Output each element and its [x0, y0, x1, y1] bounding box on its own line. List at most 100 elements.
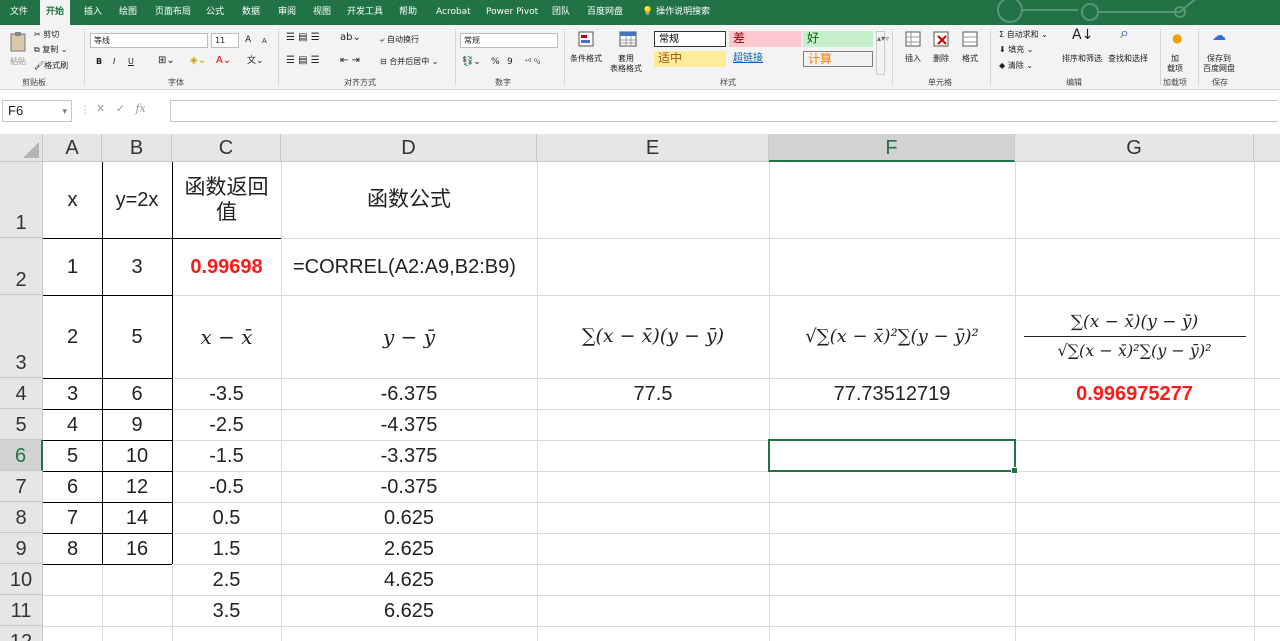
row-header-10[interactable]: 10	[0, 564, 43, 595]
cell-c6[interactable]: -1.5	[172, 440, 281, 471]
cell-f4[interactable]: 77.73512719	[769, 378, 1015, 409]
styles-more-icon[interactable]: ▴▾▿	[876, 31, 889, 75]
cell-b7[interactable]: 12	[102, 471, 172, 502]
style-neutral[interactable]: 适中	[654, 51, 726, 67]
fill-button[interactable]: ⬇ 填充 ⌄	[999, 45, 1034, 55]
cell-c4[interactable]: -3.5	[172, 378, 281, 409]
cell-c11[interactable]: 3.5	[172, 595, 281, 626]
select-all-button[interactable]	[0, 134, 43, 162]
cell-a9[interactable]: 8	[43, 533, 102, 564]
tab-acrobat[interactable]: Acrobat	[436, 0, 471, 25]
cell-a4[interactable]: 3	[43, 378, 102, 409]
italic-button[interactable]: I	[113, 57, 115, 67]
column-header-c[interactable]: C	[172, 134, 281, 162]
percent-button[interactable]: %	[491, 57, 500, 67]
column-header-g[interactable]: G	[1015, 134, 1254, 162]
style-bad[interactable]: 差	[729, 31, 801, 47]
find-select-button[interactable]: 查找和选择	[1108, 54, 1148, 64]
row-header-1[interactable]: 1	[0, 162, 43, 238]
cell-d8[interactable]: 0.625	[281, 502, 537, 533]
cell-d7[interactable]: -0.375	[281, 471, 537, 502]
underline-button[interactable]: U	[128, 57, 134, 67]
tab-draw[interactable]: 绘图	[119, 0, 137, 25]
cell-d3-equation[interactable]: y − ȳ	[281, 295, 537, 378]
insert-cells-button[interactable]: 插入	[905, 54, 921, 64]
column-header-a[interactable]: A	[43, 134, 102, 162]
name-box-dropdown-icon[interactable]: ▾	[62, 101, 67, 121]
cell-d5[interactable]: -4.375	[281, 409, 537, 440]
format-as-table-button[interactable]: 套用 表格格式	[610, 54, 642, 74]
addins-icon[interactable]: ●	[1172, 32, 1182, 44]
cell-d2[interactable]: =CORREL(A2:A9,B2:B9)	[281, 238, 537, 295]
cell-d9[interactable]: 2.625	[281, 533, 537, 564]
baidu-cloud-icon[interactable]: ☁	[1212, 29, 1226, 43]
delete-cells-icon[interactable]	[933, 31, 951, 49]
style-good[interactable]: 好	[803, 31, 873, 47]
cell-b6[interactable]: 10	[102, 440, 172, 471]
font-name-select[interactable]: 等线	[90, 33, 208, 48]
format-as-table-icon[interactable]	[619, 31, 639, 49]
row-header-8[interactable]: 8	[0, 502, 43, 533]
cancel-icon[interactable]: ✕	[96, 102, 105, 115]
cell-c1[interactable]: 函数返回值	[172, 162, 281, 238]
row-header-7[interactable]: 7	[0, 471, 43, 502]
paste-icon[interactable]	[8, 31, 30, 53]
tab-view[interactable]: 视图	[313, 0, 331, 25]
format-cells-icon[interactable]	[962, 31, 980, 49]
cut-button[interactable]: ✂ 剪切	[34, 30, 59, 40]
row-header-12[interactable]: 12	[0, 626, 43, 641]
cell-c9[interactable]: 1.5	[172, 533, 281, 564]
insert-cells-icon[interactable]	[905, 31, 923, 49]
format-cells-button[interactable]: 格式	[962, 54, 978, 64]
cell-c7[interactable]: -0.5	[172, 471, 281, 502]
column-header-f[interactable]: F	[769, 134, 1015, 162]
cell-f3-equation[interactable]: √∑(x − x̄)²∑(y − ȳ)²	[769, 295, 1015, 378]
align-left-icon[interactable]: ☰ ▤ ☰	[286, 56, 320, 66]
active-cell-f6[interactable]	[768, 439, 1018, 474]
cell-c3-equation[interactable]: x − x̄	[172, 295, 281, 378]
shrink-font-button[interactable]: A	[262, 36, 267, 46]
cell-d10[interactable]: 4.625	[281, 564, 537, 595]
tab-insert[interactable]: 插入	[84, 0, 102, 25]
indent-icon[interactable]: ⇤ ⇥	[340, 56, 360, 66]
tab-help[interactable]: 帮助	[399, 0, 417, 25]
enter-icon[interactable]: ✓	[116, 102, 125, 115]
formula-input[interactable]	[170, 100, 1278, 122]
cell-d1[interactable]: 函数公式	[281, 162, 537, 238]
font-size-select[interactable]: 11	[211, 33, 239, 48]
currency-icon[interactable]: 💱⌄	[462, 57, 481, 67]
column-header-e[interactable]: E	[537, 134, 769, 162]
comma-button[interactable]: 9	[507, 57, 513, 67]
delete-cells-button[interactable]: 删除	[933, 54, 949, 64]
name-box[interactable]: F6 ▾	[2, 100, 72, 122]
cell-b8[interactable]: 14	[102, 502, 172, 533]
fill-color-icon[interactable]: ◈⌄	[190, 56, 206, 66]
align-top-icon[interactable]: ☰ ▤ ☰	[286, 33, 320, 43]
addins-button[interactable]: 加 载项	[1167, 54, 1183, 74]
autosum-button[interactable]: Σ 自动求和 ⌄	[999, 30, 1048, 40]
row-header-6[interactable]: 6	[0, 440, 43, 471]
column-header-h[interactable]	[1254, 134, 1280, 162]
cell-g4[interactable]: 0.996975277	[1015, 378, 1254, 409]
cell-g3-equation[interactable]: ∑(x − x̄)(y − ȳ) √∑(x − x̄)²∑(y − ȳ)²	[1015, 295, 1254, 378]
tab-data[interactable]: 数据	[242, 0, 260, 25]
cell-d6[interactable]: -3.375	[281, 440, 537, 471]
row-header-5[interactable]: 5	[0, 409, 43, 440]
cell-a3[interactable]: 2	[43, 295, 102, 378]
grow-font-button[interactable]: A	[245, 35, 251, 45]
cell-b9[interactable]: 16	[102, 533, 172, 564]
paste-button[interactable]: 粘贴	[10, 57, 26, 67]
tab-file[interactable]: 文件	[10, 0, 28, 25]
cell-a6[interactable]: 5	[43, 440, 102, 471]
cell-a1[interactable]: x	[43, 162, 102, 238]
cell-e3-equation[interactable]: ∑(x − x̄)(y − ȳ)	[537, 295, 769, 378]
orientation-icon[interactable]: ab⌄	[340, 33, 361, 43]
cell-c10[interactable]: 2.5	[172, 564, 281, 595]
column-header-b[interactable]: B	[102, 134, 172, 162]
decimal-icon[interactable]: ⁺⁰ ⁰₀	[524, 57, 540, 67]
font-color-icon[interactable]: A⌄	[216, 56, 231, 66]
style-hyperlink[interactable]: 超链接	[729, 51, 801, 67]
phonetic-icon[interactable]: 文⌄	[247, 56, 264, 66]
wrap-text-button[interactable]: ⤶ 自动换行	[380, 35, 419, 45]
row-header-3[interactable]: 3	[0, 295, 43, 378]
